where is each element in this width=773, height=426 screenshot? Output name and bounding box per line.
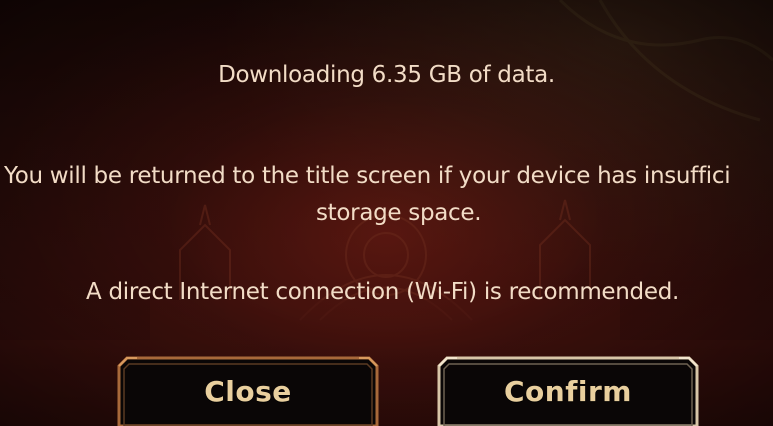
wifi-recommendation-text: A direct Internet connection (Wi-Fi) is …: [86, 279, 680, 305]
close-button[interactable]: Close: [117, 356, 379, 426]
close-button-label: Close: [204, 375, 292, 408]
storage-warning-line-1: You will be returned to the title screen…: [4, 163, 731, 189]
confirm-button[interactable]: Confirm: [437, 356, 699, 426]
storage-warning-line-2: storage space.: [316, 200, 482, 226]
download-size-text: Downloading 6.35 GB of data.: [218, 62, 555, 88]
storage-warning-text: You will be returned to the title screen…: [4, 158, 773, 226]
download-dialog: Downloading 6.35 GB of data. You will be…: [0, 0, 773, 426]
confirm-button-label: Confirm: [504, 375, 632, 408]
